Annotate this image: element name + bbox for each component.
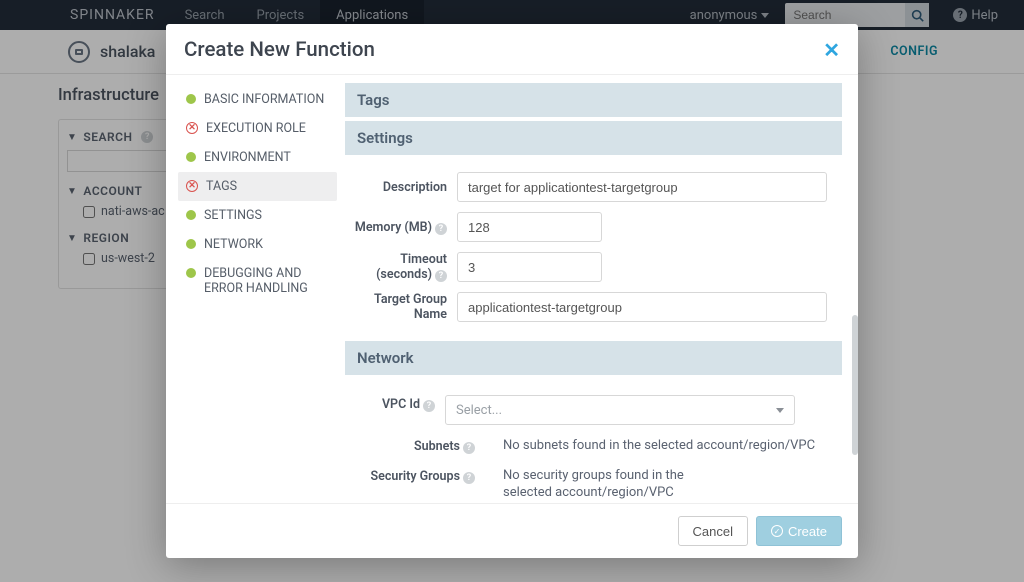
wiz-environment[interactable]: ENVIRONMENT bbox=[178, 143, 337, 172]
memory-label: Memory (MB)? bbox=[345, 220, 457, 235]
wiz-execution-role[interactable]: ✕EXECUTION ROLE bbox=[178, 114, 337, 143]
help-icon[interactable]: ? bbox=[423, 400, 435, 412]
memory-input[interactable] bbox=[457, 212, 602, 242]
close-icon[interactable]: ✕ bbox=[823, 38, 840, 62]
wiz-settings[interactable]: SETTINGS bbox=[178, 201, 337, 230]
status-error-icon: ✕ bbox=[186, 180, 198, 192]
target-group-input[interactable] bbox=[457, 292, 827, 322]
section-tags: Tags bbox=[345, 83, 842, 117]
vpc-placeholder: Select... bbox=[456, 403, 502, 418]
chevron-down-icon bbox=[776, 408, 784, 413]
description-input[interactable] bbox=[457, 172, 827, 202]
modal-overlay: Create New Function ✕ BASIC INFORMATION … bbox=[0, 0, 1024, 582]
cancel-button[interactable]: Cancel bbox=[678, 516, 748, 546]
description-label: Description bbox=[345, 180, 457, 195]
section-network: Network bbox=[345, 341, 842, 375]
wiz-tags[interactable]: ✕TAGS bbox=[178, 172, 337, 201]
scrollbar[interactable] bbox=[852, 315, 858, 455]
help-icon[interactable]: ? bbox=[463, 442, 475, 454]
wiz-debugging[interactable]: DEBUGGING AND ERROR HANDLING bbox=[178, 259, 337, 303]
timeout-input[interactable] bbox=[457, 252, 602, 282]
subnets-label: Subnets? bbox=[345, 437, 485, 454]
vpc-select[interactable]: Select... bbox=[445, 395, 795, 425]
wiz-basic-information[interactable]: BASIC INFORMATION bbox=[178, 85, 337, 114]
create-button[interactable]: ✓ Create bbox=[756, 516, 842, 546]
security-groups-message: No security groups found in the selected… bbox=[485, 467, 705, 502]
check-icon: ✓ bbox=[771, 525, 783, 537]
wiz-network[interactable]: NETWORK bbox=[178, 230, 337, 259]
create-function-modal: Create New Function ✕ BASIC INFORMATION … bbox=[166, 24, 858, 558]
status-ok-icon bbox=[186, 152, 196, 162]
subnets-message: No subnets found in the selected account… bbox=[485, 437, 842, 455]
status-error-icon: ✕ bbox=[186, 122, 198, 134]
status-ok-icon bbox=[186, 268, 196, 278]
create-button-label: Create bbox=[788, 524, 827, 539]
security-groups-label: Security Groups? bbox=[345, 467, 485, 484]
help-icon[interactable]: ? bbox=[435, 270, 447, 282]
status-ok-icon bbox=[186, 239, 196, 249]
timeout-label: Timeout (seconds)? bbox=[345, 252, 457, 282]
status-ok-icon bbox=[186, 94, 196, 104]
wizard-nav: BASIC INFORMATION ✕EXECUTION ROLE ENVIRO… bbox=[166, 75, 341, 503]
section-settings: Settings bbox=[345, 121, 842, 155]
wizard-content[interactable]: Tags Settings Description Memory (MB)? T… bbox=[341, 75, 858, 503]
modal-title: Create New Function bbox=[184, 38, 375, 62]
modal-footer: Cancel ✓ Create bbox=[166, 503, 858, 558]
help-icon[interactable]: ? bbox=[435, 223, 447, 235]
vpc-label: VPC Id? bbox=[345, 395, 445, 412]
help-icon[interactable]: ? bbox=[463, 472, 475, 484]
target-group-label: Target Group Name bbox=[345, 292, 457, 322]
status-ok-icon bbox=[186, 210, 196, 220]
